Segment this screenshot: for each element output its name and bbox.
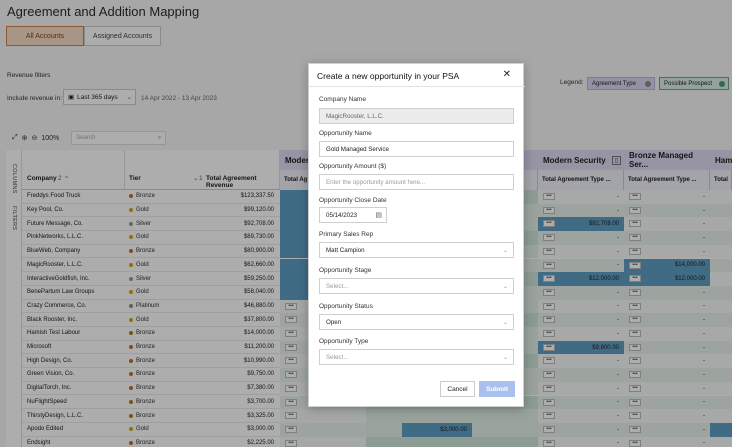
stage-label: Opportunity Stage	[319, 267, 372, 274]
stage-select[interactable]: Select... ⌄	[319, 278, 514, 294]
type-select[interactable]: Select... ⌄	[319, 349, 514, 365]
close-icon[interactable]: ✕	[503, 69, 511, 80]
cancel-button[interactable]: Cancel	[440, 381, 475, 397]
opportunity-name-field[interactable]: Gold Managed Service	[319, 141, 514, 157]
submit-button[interactable]: Submit	[479, 381, 515, 397]
modal-title: Create a new opportunity in your PSA	[317, 71, 460, 81]
status-select[interactable]: Open ⌄	[319, 314, 514, 330]
company-name-field: MagicRooster, L.L.C.	[319, 108, 514, 124]
sales-rep-value: Matt Campion	[326, 246, 365, 254]
chevron-down-icon: ⌄	[502, 319, 508, 326]
close-date-field[interactable]: 05/14/2023 ▤	[319, 207, 387, 223]
type-label: Opportunity Type	[319, 338, 369, 345]
chevron-down-icon: ⌄	[502, 354, 508, 361]
close-date-label: Opportunity Close Date	[319, 197, 387, 204]
opportunity-name-label: Opportunity Name	[319, 130, 372, 137]
company-name-label: Company Name	[319, 96, 366, 103]
opportunity-name-value: Gold Managed Service	[326, 145, 389, 153]
create-opportunity-modal: Create a new opportunity in your PSA ✕ C…	[308, 63, 525, 407]
sales-rep-select[interactable]: Matt Campion ⌄	[319, 242, 514, 258]
chevron-down-icon: ⌄	[502, 247, 508, 254]
opportunity-amount-field[interactable]: Enter the opportunity amount here...	[319, 174, 514, 190]
stage-placeholder: Select...	[326, 282, 349, 290]
chevron-down-icon: ⌄	[502, 283, 508, 290]
status-value: Open	[326, 318, 342, 326]
opportunity-amount-label: Opportunity Amount ($)	[319, 163, 387, 170]
status-label: Opportunity Status	[319, 303, 373, 310]
calendar-icon[interactable]: ▤	[375, 211, 382, 219]
close-date-value: 05/14/2023	[326, 211, 357, 219]
modal-divider	[309, 86, 525, 87]
type-placeholder: Select...	[326, 353, 349, 361]
opportunity-amount-placeholder: Enter the opportunity amount here...	[326, 178, 426, 186]
sales-rep-label: Primary Sales Rep	[319, 231, 374, 238]
app-window: Agreement and Addition Mapping All Accou…	[0, 0, 732, 447]
company-name-value: MagicRooster, L.L.C.	[326, 112, 384, 120]
